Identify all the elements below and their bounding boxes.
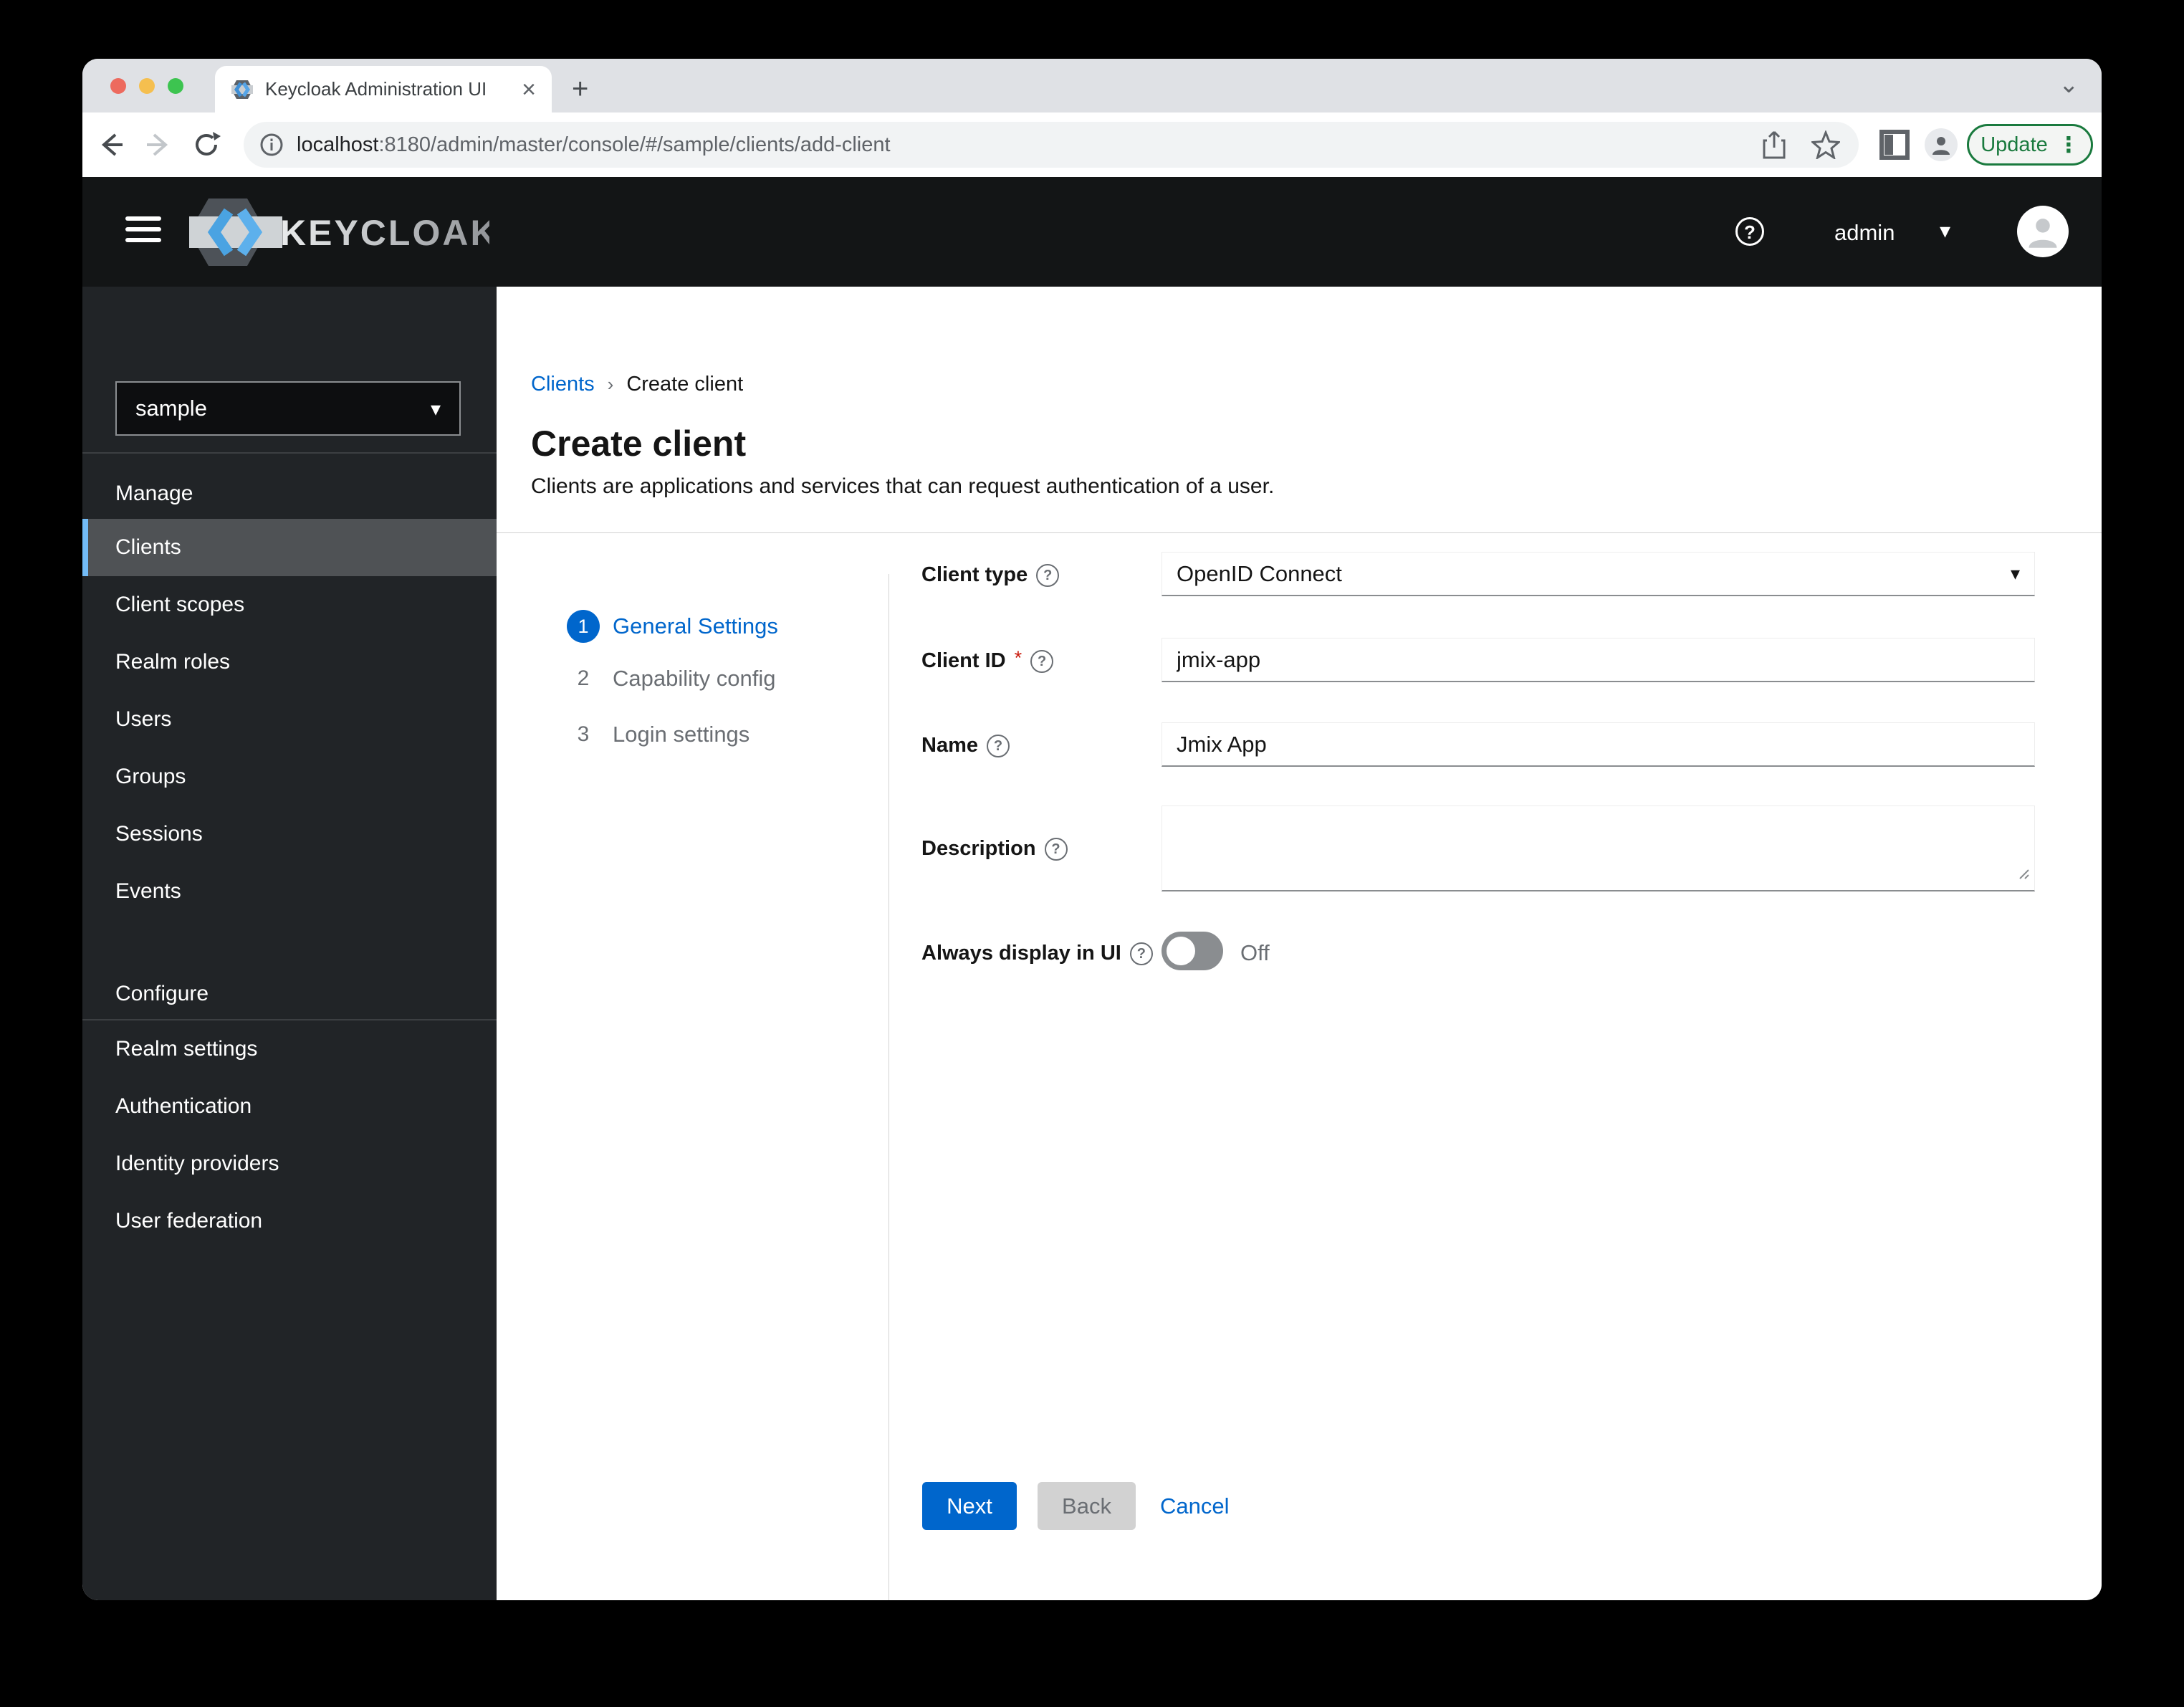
bookmark-star-icon[interactable] — [1811, 130, 1840, 159]
description-textarea[interactable] — [1162, 805, 2035, 891]
header-divider — [497, 532, 2102, 533]
tab-title: Keycloak Administration UI — [265, 78, 487, 100]
url-text: localhost:8180/admin/master/console/#/sa… — [297, 133, 891, 157]
breadcrumb-clients-link[interactable]: Clients — [531, 373, 595, 396]
step-1-badge: 1 — [567, 610, 600, 643]
sidebar-item-identity-providers[interactable]: Identity providers — [82, 1135, 497, 1192]
user-menu-caret-icon[interactable]: ▾ — [1940, 219, 1950, 244]
breadcrumb: Clients › Create client — [531, 373, 743, 396]
nav-section-manage: Manage — [115, 482, 193, 505]
nav-toggle-icon[interactable] — [125, 216, 161, 249]
app-masthead: KEYCLOAK ? admin ▾ — [82, 177, 2102, 287]
always-display-toggle[interactable] — [1162, 932, 1223, 970]
client-type-help-icon[interactable]: ? — [1036, 563, 1060, 587]
tab-overflow-icon[interactable]: ⌄ — [2059, 70, 2079, 99]
sidebar-item-events[interactable]: Events — [82, 863, 497, 920]
window-close-button[interactable] — [110, 78, 126, 94]
side-panel-icon[interactable] — [1879, 129, 1910, 161]
sidebar-item-user-federation[interactable]: User federation — [82, 1192, 497, 1250]
browser-profile-icon[interactable] — [1925, 128, 1958, 161]
sidebar-nav: sample ▾ Manage Clients Client scopes Re… — [82, 287, 497, 1600]
wizard-step-general-settings[interactable]: 1 General Settings — [567, 610, 778, 643]
url-path: :8180/admin/master/console/#/sample/clie… — [378, 133, 891, 156]
realm-name: sample — [135, 396, 207, 421]
realm-selector[interactable]: sample ▾ — [115, 381, 461, 436]
browser-menu-icon[interactable]: ⋮ — [2058, 133, 2079, 158]
description-help-icon[interactable]: ? — [1044, 837, 1068, 861]
client-type-label: Client type ? — [921, 563, 1060, 587]
client-type-select[interactable]: OpenID Connect ▾ — [1162, 552, 2035, 596]
window-zoom-button[interactable] — [168, 78, 183, 94]
sidebar-item-authentication[interactable]: Authentication — [82, 1078, 497, 1135]
wizard-step-login-settings[interactable]: 3 Login settings — [567, 722, 750, 747]
name-label: Name ? — [921, 734, 1010, 757]
always-display-label: Always display in UI ? — [921, 942, 1153, 965]
breadcrumb-separator-icon: › — [607, 373, 614, 395]
client-id-input[interactable] — [1162, 638, 2035, 682]
tab-close-icon[interactable]: × — [522, 77, 536, 102]
back-icon[interactable] — [95, 129, 127, 161]
url-host: localhost — [297, 133, 379, 156]
sidebar-divider — [82, 452, 497, 454]
description-label: Description ? — [921, 837, 1068, 861]
cancel-link[interactable]: Cancel — [1160, 1482, 1253, 1530]
page-title: Create client — [531, 424, 747, 464]
browser-window: Keycloak Administration UI × + ⌄ localho… — [82, 59, 2102, 1600]
sidebar-item-realm-settings[interactable]: Realm settings — [82, 1020, 497, 1078]
name-help-icon[interactable]: ? — [987, 734, 1010, 757]
client-id-help-icon[interactable]: ? — [1030, 649, 1054, 673]
site-info-icon[interactable] — [259, 133, 284, 157]
main-content: Clients › Create client Create client Cl… — [497, 287, 2102, 1600]
chrome-update-button[interactable]: Update ⋮ — [1967, 124, 2093, 166]
forward-icon[interactable] — [143, 129, 174, 161]
next-button[interactable]: Next — [922, 1482, 1017, 1530]
select-caret-icon: ▾ — [2010, 563, 2020, 584]
svg-text:KEYCLOAK: KEYCLOAK — [280, 213, 489, 253]
sidebar-item-users[interactable]: Users — [82, 691, 497, 748]
address-bar[interactable]: localhost:8180/admin/master/console/#/sa… — [244, 122, 1859, 168]
breadcrumb-current: Create client — [626, 373, 744, 396]
share-icon[interactable] — [1761, 130, 1787, 159]
help-icon[interactable]: ? — [1735, 217, 1764, 246]
user-menu[interactable]: admin — [1834, 220, 1895, 246]
always-display-help-icon[interactable]: ? — [1129, 942, 1153, 965]
window-minimize-button[interactable] — [139, 78, 155, 94]
back-button[interactable]: Back — [1038, 1482, 1136, 1530]
update-label: Update — [1981, 133, 2048, 156]
nav-section-configure: Configure — [115, 982, 209, 1005]
keycloak-logo: KEYCLOAK — [189, 199, 489, 266]
required-asterisk: * — [1014, 647, 1022, 669]
sidebar-item-sessions[interactable]: Sessions — [82, 805, 497, 863]
realm-caret-icon: ▾ — [430, 397, 441, 420]
sidebar-item-client-scopes[interactable]: Client scopes — [82, 576, 497, 633]
user-avatar[interactable] — [2017, 206, 2069, 257]
toggle-state-text: Off — [1240, 940, 1270, 965]
client-id-label: Client ID * ? — [921, 647, 1054, 673]
sidebar-item-realm-roles[interactable]: Realm roles — [82, 633, 497, 691]
wizard-step-capability-config[interactable]: 2 Capability config — [567, 666, 776, 692]
keycloak-favicon-icon — [231, 80, 253, 99]
sidebar-item-clients[interactable]: Clients — [82, 519, 497, 576]
desktop-background: Keycloak Administration UI × + ⌄ localho… — [0, 0, 2184, 1707]
page-subtitle: Clients are applications and services th… — [531, 474, 1275, 498]
browser-tab[interactable]: Keycloak Administration UI × — [215, 66, 552, 113]
name-input[interactable] — [1162, 722, 2035, 767]
resize-grip-icon[interactable] — [2014, 864, 2030, 880]
tab-strip: Keycloak Administration UI × + ⌄ — [82, 59, 2102, 113]
reload-icon[interactable] — [191, 129, 222, 161]
browser-toolbar: localhost:8180/admin/master/console/#/sa… — [82, 113, 2102, 177]
sidebar-item-groups[interactable]: Groups — [82, 748, 497, 805]
new-tab-icon[interactable]: + — [572, 75, 588, 103]
